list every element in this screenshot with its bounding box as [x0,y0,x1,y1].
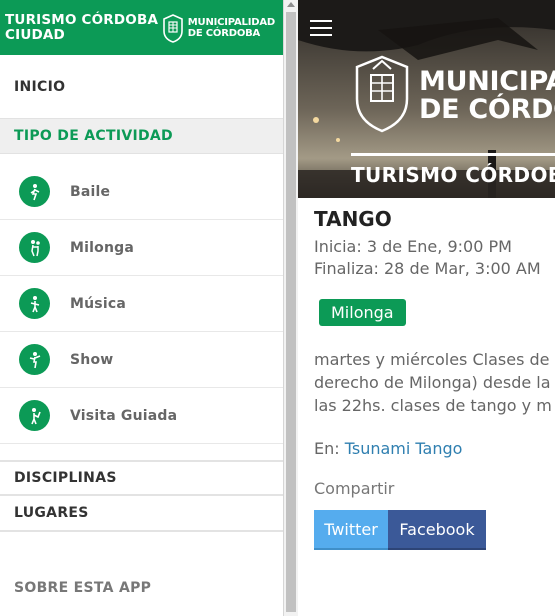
venue-prefix: En: [314,439,340,458]
scroll-up-icon[interactable] [287,2,295,7]
description-line: derecho de Milonga) desde la [314,373,551,392]
milonga-icon [19,232,50,263]
event-details: TANGO Inicia: 3 de Ene, 9:00 PM Finaliza… [298,198,555,550]
twitter-share-button[interactable]: Twitter [314,510,388,550]
city-crest-icon [355,55,409,133]
logo-line-1: MUNICIPALIDAD [187,16,275,28]
drawer-header: TURISMO CÓRDOBA CIUDAD MUNICIPALIDAD DE … [0,0,283,55]
hero-banner: MUNICIPALIDAD DE CÓRDOBA TURISMO CÓRDOBA [298,0,555,198]
activity-item-visita-guiada[interactable]: Visita Guiada [0,388,283,444]
hero-brand: MUNICIPALIDAD DE CÓRDOBA [419,68,555,124]
hero-brand-line-2: DE CÓRDOBA [419,94,555,125]
venue-link[interactable]: Tsunami Tango [345,439,463,458]
category-tag[interactable]: Milonga [319,299,406,326]
description-line: martes y miércoles Clases de [314,350,550,369]
logo-line-2: DE CÓRDOBA [187,27,261,39]
nav-sobre-esta-app[interactable]: SOBRE ESTA APP [0,574,151,602]
activity-label: Música [70,295,126,312]
venue-line: En: Tsunami Tango [314,439,555,458]
event-title: TANGO [314,207,392,231]
activity-item-milonga[interactable]: Milonga [0,220,283,276]
activity-list: Baile Milonga Música Show Visita Guiada [0,164,283,444]
hero-brand-line-1: MUNICIPALIDAD [419,66,555,97]
navigation-drawer: TURISMO CÓRDOBA CIUDAD MUNICIPALIDAD DE … [0,0,284,616]
activity-item-show[interactable]: Show [0,332,283,388]
menu-icon[interactable] [310,20,332,36]
share-buttons: Twitter Facebook [314,510,555,550]
nav-disciplinas[interactable]: DISCIPLINAS [0,460,283,496]
nav-lugares[interactable]: LUGARES [0,496,283,532]
activity-label: Baile [70,183,111,200]
dance-icon [19,176,50,207]
activity-item-baile[interactable]: Baile [0,164,283,220]
scroll-thumb[interactable] [286,12,296,612]
event-description: martes y miércoles Clases de derecho de … [314,348,555,417]
activity-item-musica[interactable]: Música [0,276,283,332]
hero-subtitle: TURISMO CÓRDOBA [351,163,555,187]
section-tipo-de-actividad[interactable]: TIPO DE ACTIVIDAD [0,118,283,154]
event-end: Finaliza: 28 de Mar, 3:00 AM [314,259,541,278]
guided-visit-icon [19,400,50,431]
event-page: MUNICIPALIDAD DE CÓRDOBA TURISMO CÓRDOBA… [298,0,555,616]
show-icon [19,344,50,375]
event-start: Inicia: 3 de Ene, 9:00 PM [314,237,512,256]
activity-label: Show [70,351,114,368]
drawer-scrollbar[interactable] [284,0,298,616]
activity-label: Milonga [70,239,134,256]
nav-inicio[interactable]: INICIO [0,55,283,118]
share-label: Compartir [314,479,395,498]
municipality-logo: MUNICIPALIDAD DE CÓRDOBA [161,13,275,43]
hero-divider [351,153,555,156]
facebook-share-button[interactable]: Facebook [388,510,486,550]
city-crest-icon [162,13,183,43]
description-line: las 22hs. clases de tango y m [314,396,552,415]
music-icon [19,288,50,319]
app-title: TURISMO CÓRDOBA CIUDAD [5,11,159,43]
activity-label: Visita Guiada [70,407,178,424]
